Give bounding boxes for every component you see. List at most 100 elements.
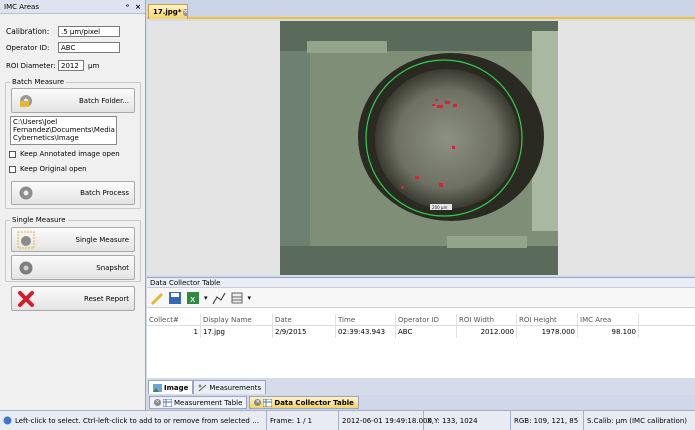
roi-unit: µm	[88, 61, 100, 70]
col-collect[interactable]: Collect#	[147, 314, 201, 325]
roi-field[interactable]: 2012	[58, 60, 84, 71]
table-options-icon[interactable]	[230, 291, 244, 305]
batch-folder-button[interactable]: Batch Folder...	[11, 88, 135, 113]
single-group-label: Single Measure	[10, 216, 68, 224]
reset-report-label: Reset Report	[84, 294, 129, 303]
single-measure-label: Single Measure	[75, 235, 130, 244]
info-icon	[3, 416, 12, 425]
micrograph-image: 200 µm	[280, 21, 558, 275]
cell-collect: 1	[147, 326, 201, 338]
svg-text:x: x	[190, 295, 196, 305]
close-tab-icon[interactable]: ×	[154, 399, 161, 406]
cell-operator: ABC	[396, 326, 457, 338]
operator-row: Operator ID: ABC	[6, 42, 120, 53]
cell-date: 2/9/2015	[273, 326, 336, 338]
data-collector-panel: Data Collector Table x ▾ ▾ Collect# Disp…	[147, 277, 695, 378]
tab-measurements-label: Measurements	[209, 383, 262, 392]
tab-data-collector-table[interactable]: × Data Collector Table	[249, 396, 359, 409]
dct-title: Data Collector Table	[147, 278, 695, 288]
panel-title: IMC Areas	[4, 2, 39, 11]
calibration-field[interactable]: .5 µm/pixel	[58, 26, 120, 37]
main-area: 17.jpg* × 200 µm Data Collector Table x …	[147, 0, 695, 410]
save-icon[interactable]	[168, 291, 182, 305]
reset-report-button[interactable]: Reset Report	[11, 286, 135, 311]
dct-toolbar: x ▾ ▾	[147, 288, 695, 308]
image-viewer[interactable]: 200 µm	[147, 21, 695, 275]
camera-measure-icon	[17, 231, 35, 248]
doc-tab-17[interactable]: 17.jpg* ×	[148, 4, 188, 19]
batch-group-label: Batch Measure	[10, 78, 67, 86]
single-measure-button[interactable]: Single Measure	[11, 227, 135, 252]
table-header: Collect# Display Name Date Time Operator…	[147, 314, 695, 326]
table-icon	[163, 398, 172, 407]
status-xy: X,Y: 133, 1024	[424, 411, 511, 430]
doc-tab-label: 17.jpg*	[153, 8, 182, 16]
image-icon	[153, 383, 162, 392]
keep-original-label: Keep Original open	[20, 165, 87, 173]
tab-measurement-table-label: Measurement Table	[174, 398, 243, 407]
cell-imc-area: 98.100	[578, 326, 639, 338]
data-collector-table: Collect# Display Name Date Time Operator…	[147, 314, 695, 338]
status-rgb: RGB: 109, 121, 85	[511, 411, 584, 430]
batch-process-label: Batch Process	[80, 189, 129, 197]
table-row[interactable]: 1 17.jpg 2/9/2015 02:39:43.943 ABC 2012.…	[147, 326, 695, 338]
cell-roi-height: 1978.000	[517, 326, 578, 338]
roi-label: ROI Diameter:	[6, 61, 56, 70]
tab-image[interactable]: Image	[148, 380, 194, 394]
chart-icon[interactable]	[212, 291, 226, 305]
tab-image-label: Image	[164, 383, 189, 392]
excel-export-icon[interactable]: x	[186, 291, 200, 305]
cell-display-name: 17.jpg	[201, 326, 273, 338]
close-tab-icon[interactable]: ×	[183, 8, 188, 16]
keep-original-checkbox[interactable]: Keep Original open	[9, 165, 87, 173]
gear-icon	[19, 186, 33, 200]
status-datetime: 2012-06-01 19:49:18.000	[339, 411, 432, 430]
col-imc-area[interactable]: IMC Area	[578, 314, 639, 325]
measurements-icon	[198, 384, 207, 391]
checkbox-box	[9, 165, 16, 173]
camera-icon	[19, 261, 33, 274]
checkbox-box	[9, 150, 16, 158]
status-bar: Left-click to select. Ctrl-left-click to…	[0, 410, 695, 430]
keep-annotated-label: Keep Annotated image open	[20, 150, 120, 158]
close-icon[interactable]: ×	[135, 3, 141, 11]
status-hint-text: Left-click to select. Ctrl-left-click to…	[14, 416, 263, 425]
col-roi-height[interactable]: ROI Height	[517, 314, 578, 325]
status-frame: Frame: 1 / 1	[267, 411, 339, 430]
operator-field[interactable]: ABC	[58, 42, 120, 53]
col-date[interactable]: Date	[273, 314, 336, 325]
col-roi-width[interactable]: ROI Width	[457, 314, 517, 325]
red-x-icon	[18, 290, 34, 307]
pin-icon[interactable]: ᵒ	[126, 3, 129, 11]
cell-roi-width: 2012.000	[457, 326, 517, 338]
col-display-name[interactable]: Display Name	[201, 314, 273, 325]
status-hint: Left-click to select. Ctrl-left-click to…	[0, 411, 267, 430]
batch-process-button[interactable]: Batch Process	[11, 181, 135, 205]
tab-measurements[interactable]: Measurements	[193, 380, 267, 394]
tab-measurement-table[interactable]: × Measurement Table	[149, 396, 248, 409]
table-icon	[263, 398, 273, 407]
calibration-row: Calibration: .5 µm/pixel	[6, 26, 120, 37]
calibration-label: Calibration:	[6, 27, 50, 36]
col-time[interactable]: Time	[336, 314, 396, 325]
tab-data-collector-table-label: Data Collector Table	[274, 398, 354, 407]
batch-path-field[interactable]: C:\Users\Joel Fernandez\Documents\Media …	[10, 116, 117, 145]
panel-title-bar: IMC Areas ᵒ ×	[0, 0, 145, 14]
cell-time: 02:39:43.943	[336, 326, 396, 338]
keep-annotated-checkbox[interactable]: Keep Annotated image open	[9, 150, 120, 158]
roi-row: ROI Diameter: 2012 µm	[6, 60, 99, 71]
folder-gear-icon	[20, 94, 32, 107]
close-tab-icon[interactable]: ×	[254, 399, 262, 406]
view-tabs: Image Measurements	[147, 378, 695, 394]
operator-label: Operator ID:	[6, 43, 50, 52]
imc-areas-panel: IMC Areas ᵒ × Calibration: .5 µm/pixel O…	[0, 0, 146, 410]
batch-folder-label: Batch Folder...	[78, 96, 129, 105]
document-tabs: 17.jpg* ×	[147, 0, 695, 19]
collect-icon[interactable]	[150, 291, 164, 305]
dropdown-arrow-icon[interactable]: ▾	[248, 294, 252, 302]
scale-bar-label: 200 µm	[432, 205, 447, 210]
snapshot-button[interactable]: Snapshot	[11, 255, 135, 280]
snapshot-label: Snapshot	[96, 263, 129, 272]
col-operator[interactable]: Operator ID	[396, 314, 457, 325]
dropdown-arrow-icon[interactable]: ▾	[204, 294, 208, 302]
